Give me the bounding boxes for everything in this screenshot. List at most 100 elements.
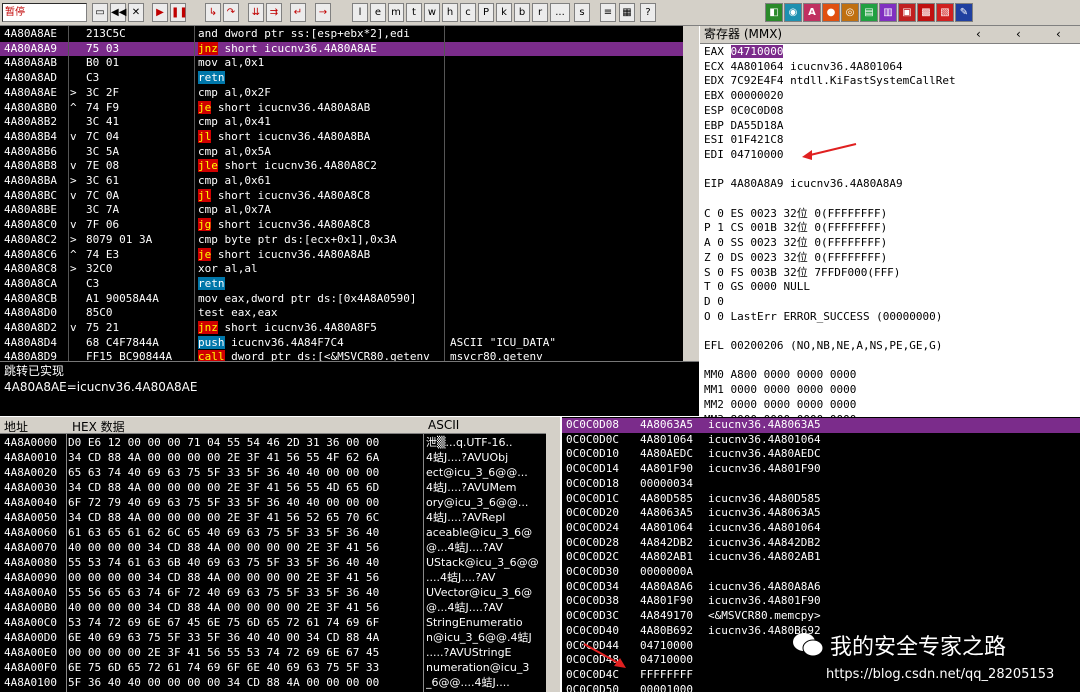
- chevron-left-icon[interactable]: ‹: [976, 26, 981, 43]
- stack-row[interactable]: 0C0C0D20 4A8063A5 icucnv36.4A8063A5: [562, 506, 1080, 521]
- plugin-icon-4[interactable]: ●: [822, 3, 840, 22]
- help-icon[interactable]: ?: [640, 3, 656, 22]
- dump-row[interactable]: 4A8A0100 5F 36 40 40 00 00 00 00 34 CD 88…: [0, 675, 546, 690]
- disasm-row[interactable]: 4A80A8B8 v 7E 08 jle short icucnv36.4A80A8C…: [0, 159, 699, 174]
- window-button-r[interactable]: r: [532, 3, 548, 22]
- dump-scrollbar[interactable]: [546, 417, 560, 692]
- trace-into-icon[interactable]: ⇊: [248, 3, 264, 22]
- plugin-icon-7[interactable]: ▥: [879, 3, 897, 22]
- window-button-b[interactable]: b: [514, 3, 530, 22]
- plugin-icon-2[interactable]: ◉: [784, 3, 802, 22]
- dump-row[interactable]: 4A8A0060 61 63 65 61 62 6C 65 40 69 63 75…: [0, 525, 546, 540]
- dump-row[interactable]: 4A8A0010 34 CD 88 4A 00 00 00 00 2E 3F 41…: [0, 450, 546, 465]
- stack-row[interactable]: 0C0C0D34 4A80A8A6 icucnv36.4A80A8A6: [562, 580, 1080, 595]
- stack-row[interactable]: 0C0C0D2C 4A802AB1 icucnv36.4A802AB1: [562, 550, 1080, 565]
- disassembly-scrollbar[interactable]: [683, 26, 699, 361]
- stack-row[interactable]: 0C0C0D0C 4A801064 icucnv36.4A801064: [562, 433, 1080, 448]
- disasm-row[interactable]: 4A80A8CA C3 retn: [0, 276, 699, 292]
- stack-row[interactable]: 0C0C0D08 4A8063A5 icucnv36.4A8063A5: [562, 418, 1080, 433]
- close-icon[interactable]: ✕: [128, 3, 144, 22]
- disasm-row[interactable]: 4A80A8AD C3 retn: [0, 71, 699, 86]
- stack-row[interactable]: 0C0C0D28 4A842DB2 icucnv36.4A842DB2: [562, 536, 1080, 551]
- disasm-row[interactable]: 4A80A8AB B0 01 mov al,0x1: [0, 56, 699, 71]
- dump-row[interactable]: 4A8A0070 40 00 00 00 34 CD 88 4A 00 00 00…: [0, 540, 546, 555]
- window-button-c[interactable]: c: [460, 3, 476, 22]
- plugin-icon-10[interactable]: ▧: [936, 3, 954, 22]
- dump-row[interactable]: 4A8A00A0 55 56 65 63 74 6F 72 40 69 63 75…: [0, 585, 546, 600]
- dump-row[interactable]: 4A8A0020 65 63 74 40 69 63 75 5F 33 5F 36…: [0, 465, 546, 480]
- stack-row[interactable]: 0C0C0D3C 4A849170 <&MSVCR80.memcpy>: [562, 609, 1080, 624]
- execute-till-return-icon[interactable]: ↵: [290, 3, 306, 22]
- restart-icon[interactable]: ◀◀: [110, 3, 126, 22]
- window-button-w[interactable]: w: [424, 3, 440, 22]
- window-button-h[interactable]: h: [442, 3, 458, 22]
- dump-row[interactable]: 4A8A0090 00 00 00 00 34 CD 88 4A 00 00 00…: [0, 570, 546, 585]
- disasm-row[interactable]: 4A80A8B2 3C 41 cmp al,0x41: [0, 115, 699, 130]
- registers-pane[interactable]: 寄存器 (MMX) ‹ ‹ ‹ EAX 04710000 ECX 4A801064…: [700, 26, 1080, 440]
- window-button-p[interactable]: P: [478, 3, 494, 22]
- disasm-row[interactable]: 4A80A8C8 >32C0 xor al,al: [0, 262, 699, 277]
- disasm-row[interactable]: 4A80A8AE 213C5C and dword ptr ss:[esp+ebx*…: [0, 27, 699, 42]
- disasm-row[interactable]: 4A80A8BE 3C 7A cmp al,0x7A: [0, 203, 699, 218]
- chevron-left-icon[interactable]: ‹: [1056, 26, 1061, 43]
- list-icon[interactable]: ≡: [600, 3, 616, 22]
- window-button-t[interactable]: t: [406, 3, 422, 22]
- disasm-row[interactable]: 4A80A8CB A1 90058A4A mov eax,dword ptr ds:…: [0, 292, 699, 307]
- window-button-e[interactable]: e: [370, 3, 386, 22]
- window-button-m[interactable]: m: [388, 3, 404, 22]
- window-button-k[interactable]: k: [496, 3, 512, 22]
- plugin-icon-3[interactable]: A: [803, 3, 821, 22]
- disasm-row[interactable]: 4A80A8D9 FF15 BC90844A call dword ptr ds:[…: [0, 350, 699, 361]
- stack-row[interactable]: 0C0C0D24 4A801064 icucnv36.4A801064: [562, 521, 1080, 536]
- dump-row[interactable]: 4A8A00C0 53 74 72 69 6E 67 45 6E 75 6D 65…: [0, 615, 546, 630]
- plugin-icon-6[interactable]: ▤: [860, 3, 878, 22]
- window-button-more[interactable]: ...: [550, 3, 570, 22]
- stack-row[interactable]: 0C0C0D18 00000034: [562, 477, 1080, 492]
- disasm-row[interactable]: 4A80A8C6 ^ 74 E3 je short icucnv36.4A80A8AB: [0, 247, 699, 263]
- dump-row[interactable]: 4A8A00E0 00 00 00 00 2E 3F 41 56 55 53 74…: [0, 645, 546, 660]
- disasm-row[interactable]: 4A80A8B0 ^ 74 F9 je short icucnv36.4A80A8AB: [0, 100, 699, 116]
- window-button-l[interactable]: l: [352, 3, 368, 22]
- plugin-icon-1[interactable]: ◧: [765, 3, 783, 22]
- disasm-row[interactable]: 4A80A8C2 >8079 01 3A cmp byte ptr ds:[ecx+…: [0, 233, 699, 248]
- dump-row[interactable]: 4A8A00F0 6E 75 6D 65 72 61 74 69 6F 6E 40…: [0, 660, 546, 675]
- plugin-icon-8[interactable]: ▣: [898, 3, 916, 22]
- dump-row[interactable]: 4A8A0000 D0 E6 12 00 00 00 71 04 55 54 46…: [0, 435, 546, 450]
- run-icon[interactable]: ▶: [152, 3, 168, 22]
- dump-row[interactable]: 4A8A0040 6F 72 79 40 69 63 75 5F 33 5F 36…: [0, 495, 546, 510]
- disasm-row[interactable]: 4A80A8B4 v 7C 04 jl short icucnv36.4A80A8BA: [0, 129, 699, 145]
- dump-row[interactable]: 4A8A0030 34 CD 88 4A 00 00 00 00 2E 3F 41…: [0, 480, 546, 495]
- cpu-disassembly-pane[interactable]: 4A80A8AE 213C5C and dword ptr ss:[esp+ebx*…: [0, 26, 699, 361]
- step-into-icon[interactable]: ↳: [205, 3, 221, 22]
- disasm-row[interactable]: 4A80A8C0 v 7F 06 jg short icucnv36.4A80A8C8: [0, 218, 699, 233]
- hex-dump-pane[interactable]: 4A8A0000 D0 E6 12 00 00 00 71 04 55 54 46…: [0, 434, 546, 692]
- disasm-row[interactable]: 4A80A8D4 68 C4F7844A push icucnv36.4A84F7C…: [0, 335, 699, 351]
- dump-row[interactable]: 4A8A00B0 40 00 00 00 34 CD 88 4A 00 00 00…: [0, 600, 546, 615]
- disasm-row[interactable]: 4A80A8BA >3C 61 cmp al,0x61: [0, 174, 699, 189]
- stack-row[interactable]: 0C0C0D14 4A801F90 icucnv36.4A801F90: [562, 462, 1080, 477]
- window-button-s[interactable]: s: [574, 3, 590, 22]
- stack-row[interactable]: 0C0C0D10 4A80AEDC icucnv36.4A80AEDC: [562, 447, 1080, 462]
- chevron-left-icon[interactable]: ‹: [1016, 26, 1021, 43]
- disasm-row[interactable]: 4A80A8A9 75 03 jnz short icucnv36.4A80A8AE: [0, 41, 699, 57]
- stack-row[interactable]: 0C0C0D38 4A801F90 icucnv36.4A801F90: [562, 594, 1080, 609]
- grid-icon[interactable]: ▦: [619, 3, 635, 22]
- disasm-row[interactable]: 4A80A8B6 3C 5A cmp al,0x5A: [0, 145, 699, 160]
- pause-icon[interactable]: ❚❚: [170, 3, 188, 22]
- goto-icon[interactable]: →: [315, 3, 331, 22]
- plugin-icon-9[interactable]: ▩: [917, 3, 935, 22]
- stack-row[interactable]: 0C0C0D30 0000000A: [562, 565, 1080, 580]
- dump-row[interactable]: 4A8A0050 34 CD 88 4A 00 00 00 00 2E 3F 41…: [0, 510, 546, 525]
- trace-over-icon[interactable]: ⇉: [266, 3, 282, 22]
- disasm-row[interactable]: 4A80A8D0 85C0 test eax,eax: [0, 306, 699, 321]
- plugin-icon-11[interactable]: ✎: [955, 3, 973, 22]
- dump-row[interactable]: 4A8A0080 55 53 74 61 63 6B 40 69 63 75 5F…: [0, 555, 546, 570]
- dump-row[interactable]: 4A8A00D0 6E 40 69 63 75 5F 33 5F 36 40 40…: [0, 630, 546, 645]
- plugin-icon-5[interactable]: ◎: [841, 3, 859, 22]
- open-icon[interactable]: ▭: [92, 3, 108, 22]
- stack-row[interactable]: 0C0C0D1C 4A80D585 icucnv36.4A80D585: [562, 492, 1080, 507]
- disasm-row[interactable]: 4A80A8D2 v 75 21 jnz short icucnv36.4A80A8F…: [0, 321, 699, 336]
- disasm-row[interactable]: 4A80A8AE >3C 2F cmp al,0x2F: [0, 86, 699, 101]
- step-over-icon[interactable]: ↷: [223, 3, 239, 22]
- disasm-row[interactable]: 4A80A8BC v 7C 0A jl short icucnv36.4A80A8C8: [0, 188, 699, 204]
